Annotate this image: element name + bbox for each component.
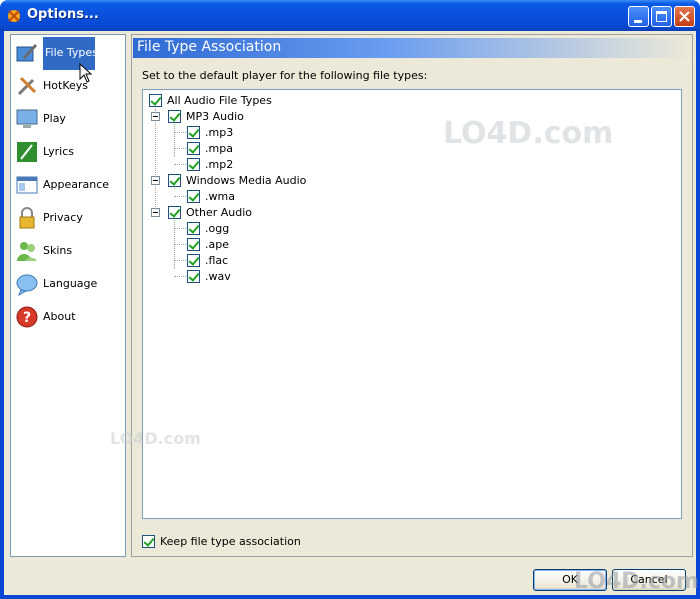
checkbox[interactable] — [168, 174, 181, 187]
tree-guide — [174, 164, 186, 165]
tree-node-label: .wav — [205, 270, 231, 283]
tree-guide — [174, 196, 186, 197]
tree-node-label: .ogg — [205, 222, 230, 235]
nav-item-label: HotKeys — [43, 79, 88, 92]
play-icon — [16, 109, 38, 128]
options-window: Options... File Types HotKeys Play Lyric… — [0, 0, 700, 599]
checkbox[interactable] — [187, 126, 200, 139]
nav-item-appearance[interactable]: Appearance — [13, 169, 125, 200]
nav-item-skins[interactable]: Skins — [13, 235, 125, 266]
language-icon — [16, 274, 38, 296]
checkbox[interactable] — [187, 142, 200, 155]
tree-guide — [174, 148, 186, 149]
nav-item-label: Language — [43, 277, 98, 290]
tree-node-label: .flac — [205, 254, 229, 267]
tree-node-label: .wma — [205, 190, 235, 203]
close-button[interactable] — [674, 6, 695, 27]
nav-item-label: About — [43, 310, 76, 323]
dialog-body: File Types HotKeys Play Lyrics Appearanc… — [4, 31, 699, 595]
nav-item-label: Appearance — [43, 178, 110, 191]
nav-item-language[interactable]: Language — [13, 268, 125, 299]
checkbox[interactable] — [187, 254, 200, 267]
collapse-toggle[interactable] — [151, 112, 160, 121]
panel-title: File Type Association — [133, 38, 691, 58]
nav-item-label: Play — [43, 112, 66, 125]
nav-item-label: Lyrics — [43, 145, 74, 158]
about-icon: ? — [16, 306, 38, 328]
minimize-icon — [634, 20, 642, 23]
svg-text:?: ? — [23, 310, 31, 326]
privacy-icon — [19, 207, 35, 229]
checkbox[interactable] — [187, 270, 200, 283]
options-nav: File Types HotKeys Play Lyrics Appearanc… — [10, 34, 126, 557]
nav-item-file-types[interactable]: File Types — [13, 37, 125, 83]
nav-item-about[interactable]: ? About — [13, 301, 125, 332]
checkbox[interactable] — [187, 238, 200, 251]
checkbox[interactable] — [168, 110, 181, 123]
keep-association-label: Keep file type association — [160, 535, 301, 548]
tree-guide — [174, 132, 186, 133]
minimize-button[interactable] — [628, 6, 649, 27]
file-types-icon — [16, 44, 37, 62]
checkbox[interactable] — [149, 94, 162, 107]
nav-item-hotkeys[interactable]: HotKeys — [13, 70, 125, 101]
checkbox[interactable] — [142, 535, 155, 548]
checkbox[interactable] — [187, 190, 200, 203]
nav-item-lyrics[interactable]: Lyrics — [13, 136, 125, 167]
checkbox[interactable] — [168, 206, 181, 219]
tree-guide — [155, 109, 156, 209]
tree-node-label: .mp3 — [205, 126, 234, 139]
watermark-logo: LO4D.com — [443, 116, 614, 151]
watermark-logo: LO4D.com — [574, 569, 699, 594]
collapse-toggle[interactable] — [151, 176, 160, 185]
collapse-toggle[interactable] — [151, 208, 160, 217]
maximize-icon — [656, 11, 667, 22]
tree-node-label: .ape — [205, 238, 229, 251]
close-icon — [679, 11, 690, 22]
hotkeys-icon — [17, 76, 37, 96]
nav-item-play[interactable]: Play — [13, 103, 125, 134]
nav-item-privacy[interactable]: Privacy — [13, 202, 125, 233]
title-bar[interactable]: Options... — [0, 0, 700, 31]
tree-guide — [174, 260, 186, 261]
file-type-panel: File Type Association Set to the default… — [131, 34, 693, 557]
tree-node-label: MP3 Audio — [186, 110, 244, 123]
checkbox[interactable] — [187, 222, 200, 235]
tree-guide — [174, 228, 186, 229]
nav-item-label: Privacy — [43, 211, 83, 224]
tree-node-label: Windows Media Audio — [186, 174, 307, 187]
tree-node-label: All Audio File Types — [167, 94, 272, 107]
tree-guide — [174, 244, 186, 245]
tree-node-label: Other Audio — [186, 206, 252, 219]
lyrics-icon — [17, 142, 37, 162]
tree-guide — [174, 117, 175, 157]
window-title: Options... — [27, 7, 99, 22]
appearance-icon — [16, 176, 38, 194]
nav-item-label: Skins — [43, 244, 73, 257]
file-type-tree: All Audio File Types MP3 Audio .mp3 .mpa — [142, 89, 682, 519]
tree-node-label: .mpa — [205, 142, 233, 155]
tree-guide — [174, 276, 186, 277]
watermark-logo: LO4D.com — [110, 429, 201, 448]
instruction-text: Set to the default player for the follow… — [142, 69, 428, 82]
maximize-button[interactable] — [651, 6, 672, 27]
skins-icon — [17, 242, 37, 261]
app-icon — [8, 10, 20, 22]
checkbox[interactable] — [187, 158, 200, 171]
tree-node-label: .mp2 — [205, 158, 234, 171]
